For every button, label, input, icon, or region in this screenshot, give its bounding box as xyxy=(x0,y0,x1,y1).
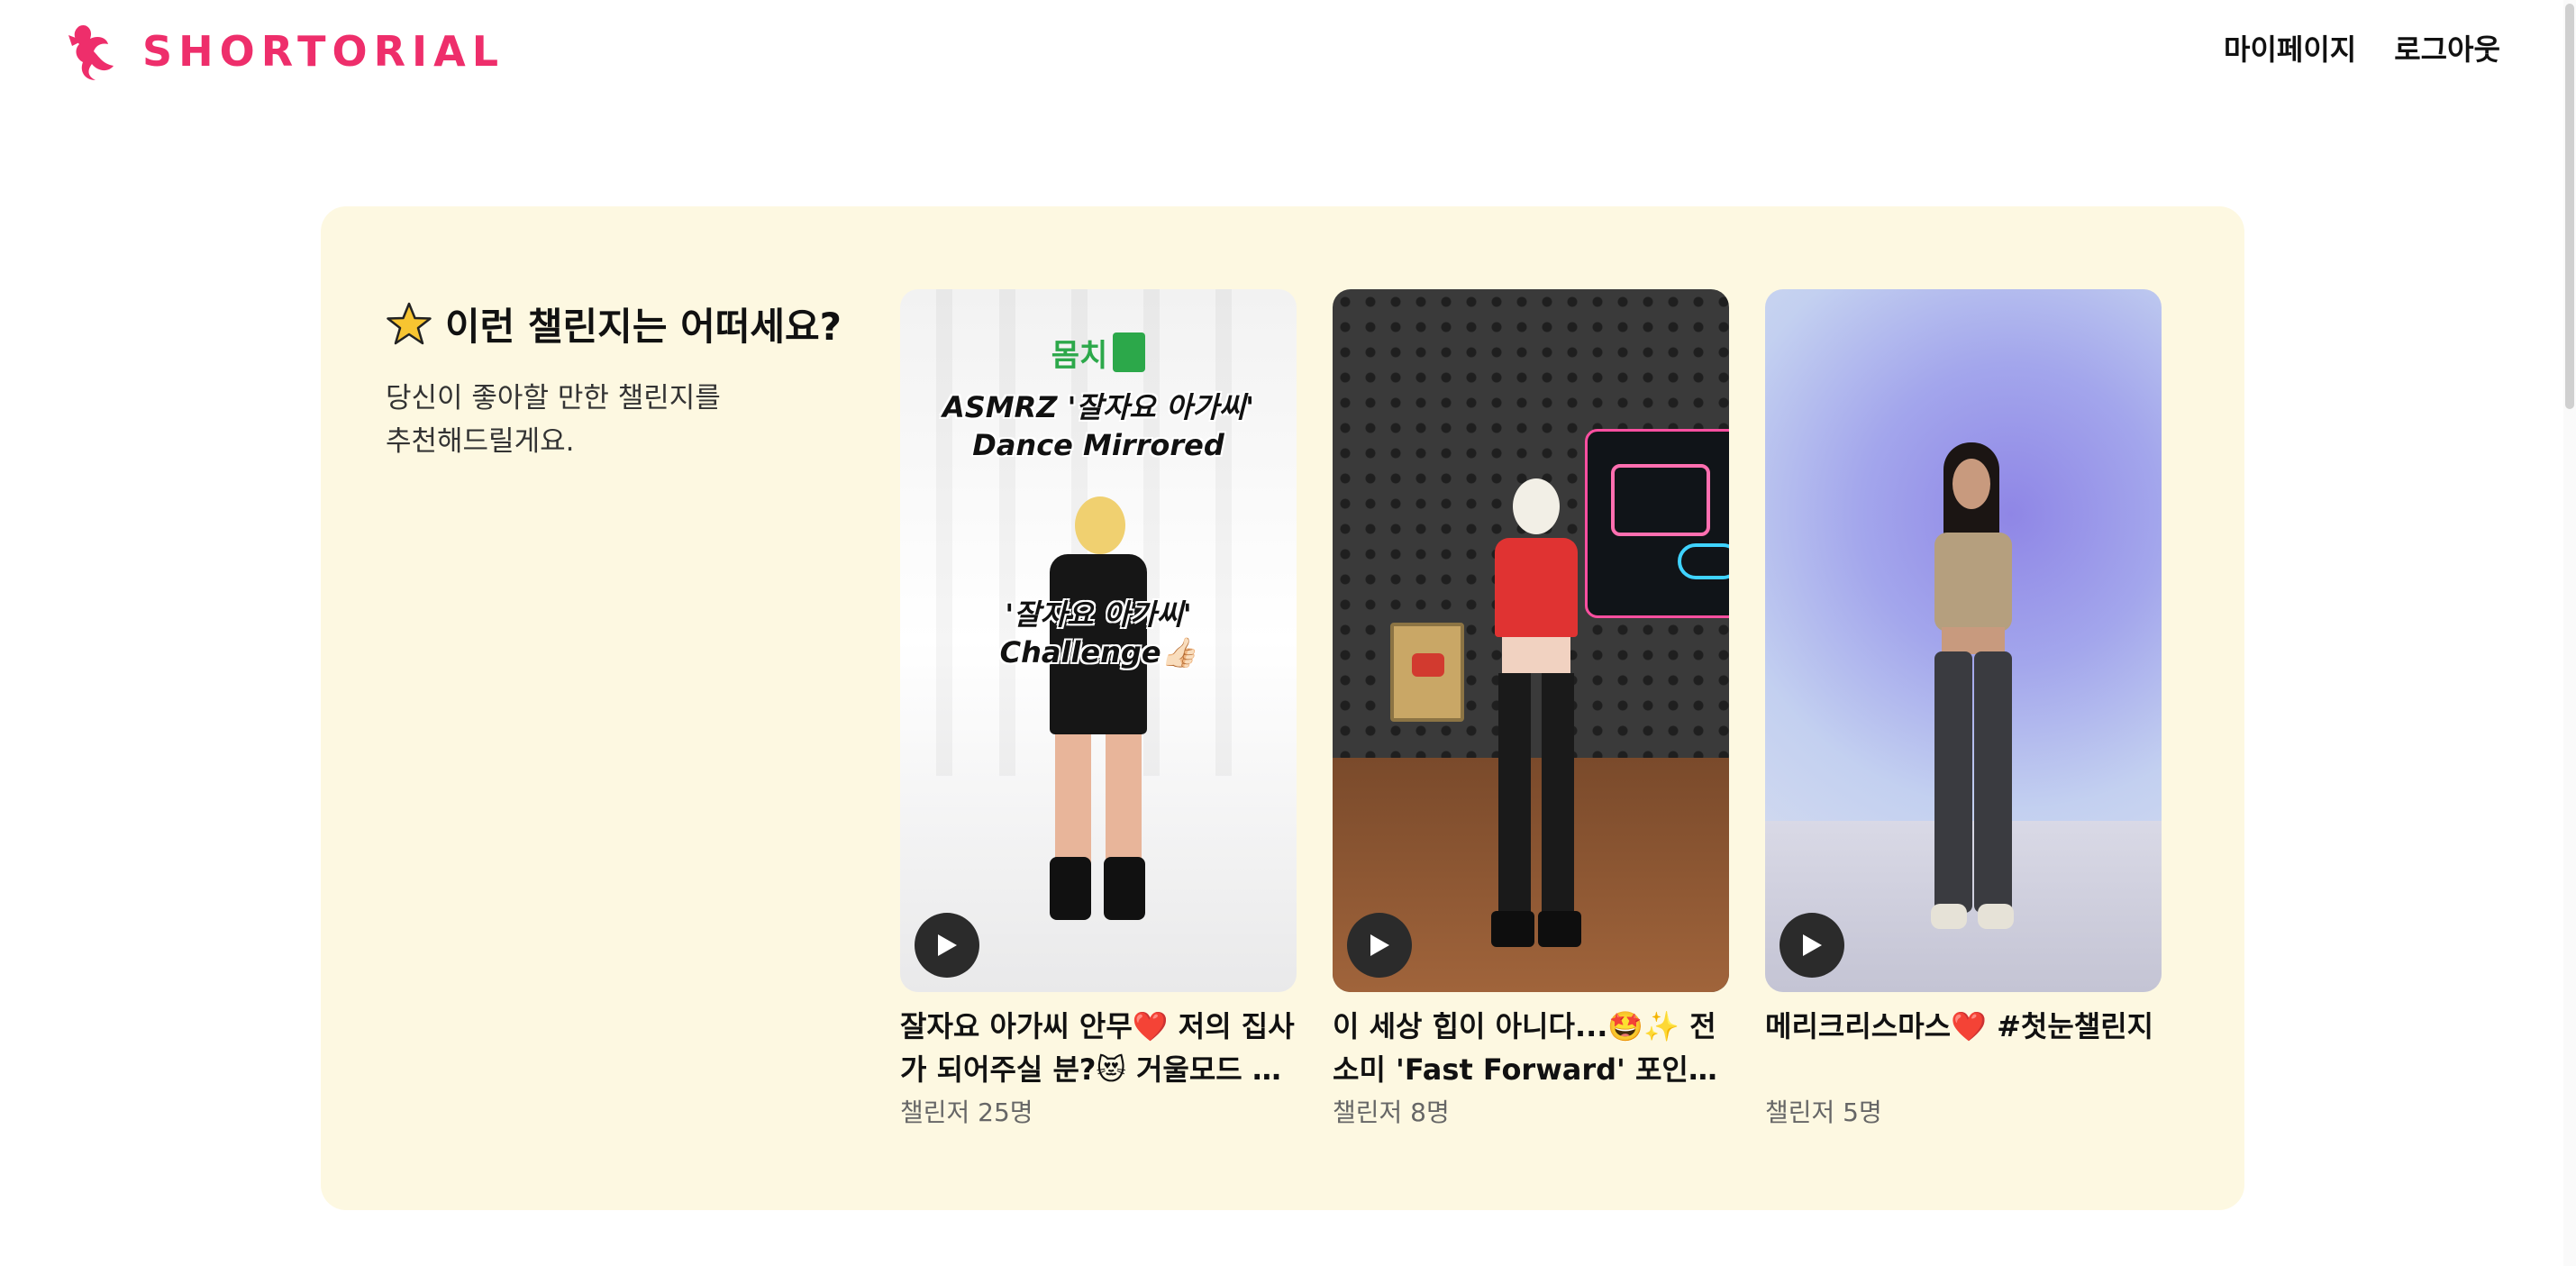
top-header: SHORTORIAL 마이페이지 로그아웃 xyxy=(0,0,2576,99)
scrollbar-thumb[interactable] xyxy=(2565,4,2574,409)
video-overlay-title: ASMRZ '잘자요 아가씨' Dance Mirrored xyxy=(942,390,1254,462)
recommend-desc: 당신이 좋아할 만한 챌린지를 추천해드릴게요. xyxy=(386,377,764,463)
challenge-card[interactable]: 몸치 ASMRZ '잘자요 아가씨' Dance Mirrored '잘자요 아… xyxy=(900,289,1297,1129)
award-plaque xyxy=(1390,623,1464,722)
neon-sign xyxy=(1585,429,1729,618)
brand-logo[interactable]: SHORTORIAL xyxy=(67,20,505,83)
challenge-card[interactable]: 메리크리스마스❤️ #첫눈챌린지 챌린저 5명 xyxy=(1765,289,2162,1129)
play-button[interactable] xyxy=(1780,913,1844,978)
recommend-desc-line2: 추천해드릴게요. xyxy=(386,425,575,458)
recommend-title: 이런 챌린지는 어떠세요? xyxy=(386,296,854,351)
channel-badge: 몸치 xyxy=(1042,323,1154,381)
recommend-desc-line1: 당신이 좋아할 만한 챌린지를 xyxy=(386,382,721,414)
top-nav: 마이페이지 로그아웃 xyxy=(2224,27,2500,68)
challenge-title[interactable]: 잘자요 아가씨 안무❤️ 저의 집사가 되어주실 분?😻 거울모드 안무 xyxy=(900,1005,1297,1091)
dancer-figure xyxy=(1918,442,2026,947)
challenge-title[interactable]: 메리크리스마스❤️ #첫눈챌린지 xyxy=(1765,1005,2162,1091)
performer-figure xyxy=(1482,478,1590,947)
challenger-count: 챌린저 25명 xyxy=(900,1098,1033,1127)
play-icon xyxy=(1803,934,1822,956)
challenge-thumbnail[interactable]: 몸치 ASMRZ '잘자요 아가씨' Dance Mirrored '잘자요 아… xyxy=(900,289,1297,992)
mypage-link[interactable]: 마이페이지 xyxy=(2224,27,2356,68)
play-icon xyxy=(1370,934,1389,956)
video-overlay-challenge: '잘자요 아가씨' Challenge👍🏻 xyxy=(999,597,1197,669)
challenger-count: 챌린저 8명 xyxy=(1333,1098,1450,1127)
recommend-panel: 이런 챌린지는 어떠세요? 당신이 좋아할 만한 챌린지를 추천해드릴게요. 몸… xyxy=(321,206,2244,1210)
play-button[interactable] xyxy=(1347,913,1412,978)
dancer-figure xyxy=(1032,496,1165,920)
star-icon xyxy=(387,302,432,344)
page-scrollbar[interactable] xyxy=(2563,0,2576,1266)
logo-icon xyxy=(68,24,114,80)
recommend-title-text: 이런 챌린지는 어떠세요? xyxy=(445,305,842,349)
brand-name: SHORTORIAL xyxy=(142,27,505,76)
challenge-thumbnail[interactable] xyxy=(1765,289,2162,992)
challenge-thumbnail[interactable] xyxy=(1333,289,1729,992)
play-button[interactable] xyxy=(915,913,979,978)
challenge-title[interactable]: 이 세상 힙이 아니다...🤩✨ 전소미 'Fast Forward' 포인트 … xyxy=(1333,1005,1729,1091)
recommend-intro: 이런 챌린지는 어떠세요? 당신이 좋아할 만한 챌린지를 추천해드릴게요. xyxy=(386,296,854,463)
logout-link[interactable]: 로그아웃 xyxy=(2394,27,2500,68)
challenge-card[interactable]: 이 세상 힙이 아니다...🤩✨ 전소미 'Fast Forward' 포인트 … xyxy=(1333,289,1729,1129)
challenger-count: 챌린저 5명 xyxy=(1765,1098,1882,1127)
play-icon xyxy=(938,934,957,956)
